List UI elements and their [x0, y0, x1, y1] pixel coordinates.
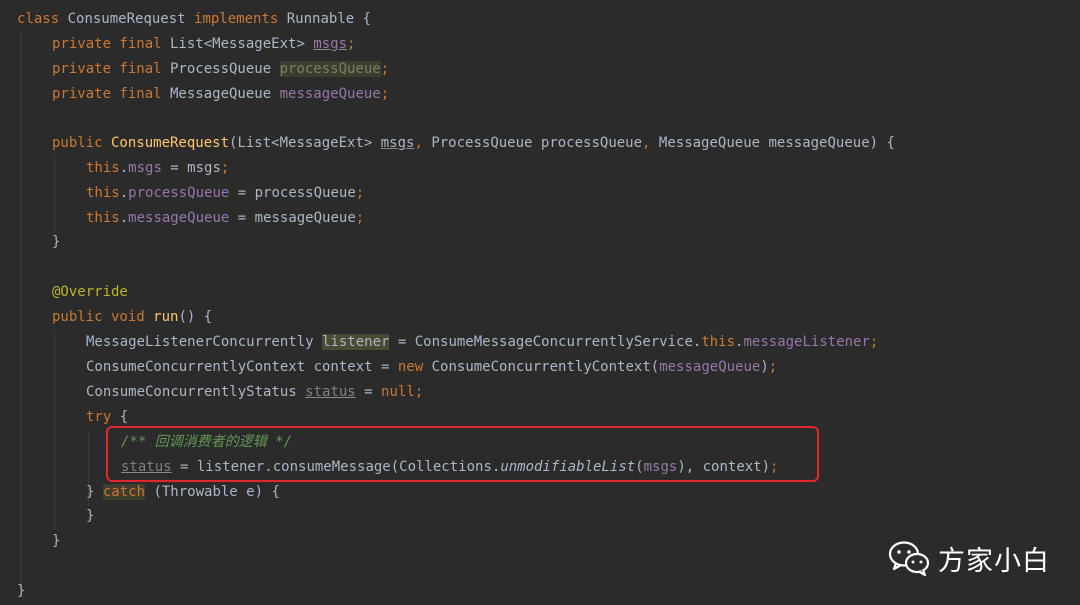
- assign: =: [355, 384, 382, 400]
- code-line-assign-processqueue[interactable]: this.processQueue = processQueue;: [86, 182, 364, 204]
- brace: }: [86, 484, 103, 500]
- highlight-box: [106, 426, 819, 482]
- signature: () {: [178, 309, 213, 325]
- code-line-context[interactable]: ConsumeConcurrentlyContext context = new…: [86, 356, 777, 378]
- field-name: messageQueue: [128, 210, 230, 226]
- paren: ): [760, 359, 769, 375]
- code-editor[interactable]: class ConsumeRequest implements Runnable…: [0, 0, 1080, 605]
- type-name: MessageQueue: [161, 86, 280, 102]
- dot: .: [119, 210, 129, 226]
- indent-guide: [54, 330, 55, 530]
- keyword-this: this: [701, 334, 736, 350]
- dot: .: [119, 160, 129, 176]
- code-line-constructor[interactable]: public ConsumeRequest(List<MessageExt> m…: [52, 132, 895, 154]
- code-line-field-msgs[interactable]: private final List<MessageExt> msgs;: [52, 33, 355, 55]
- keyword-new: new: [397, 359, 424, 375]
- code-line-catch[interactable]: } catch (Throwable e) {: [86, 481, 280, 503]
- modifiers: private final: [52, 36, 162, 52]
- keyword: class: [17, 11, 60, 27]
- field-name: messageQueue: [659, 359, 761, 375]
- field-name: messageQueue: [279, 86, 381, 102]
- field-name: msgs: [313, 36, 348, 52]
- semicolon: ;: [869, 334, 879, 350]
- code-line-listener[interactable]: MessageListenerConcurrently listener = C…: [86, 331, 878, 353]
- indent-guide: [20, 32, 21, 592]
- semicolon: ;: [414, 384, 424, 400]
- annotation: @Override: [52, 284, 128, 300]
- param: (List<MessageExt>: [229, 135, 381, 151]
- keyword-try: try: [86, 409, 112, 425]
- field-name: messageListener: [743, 334, 870, 350]
- variable-name: listener: [322, 334, 390, 350]
- constructor-name: ConsumeRequest: [102, 135, 230, 151]
- type-name: ProcessQueue: [161, 61, 280, 77]
- expression: = processQueue: [229, 185, 356, 201]
- code-line-run-method[interactable]: public void run() {: [52, 306, 212, 328]
- field-name: msgs: [128, 160, 162, 176]
- brace: }: [52, 234, 61, 250]
- param-name: msgs: [380, 135, 415, 151]
- keyword-this: this: [86, 185, 120, 201]
- dot: .: [119, 185, 129, 201]
- modifiers: private final: [52, 61, 162, 77]
- catch-clause: (Throwable e) {: [145, 484, 280, 500]
- code-line-assign-msgs[interactable]: this.msgs = msgs;: [86, 157, 229, 179]
- field-name: processQueue: [128, 185, 230, 201]
- expression: = ConsumeMessageConcurrentlyService.: [389, 334, 702, 350]
- code-line-close-brace[interactable]: }: [52, 530, 60, 552]
- keyword-catch: catch: [102, 484, 146, 500]
- interface-name: Runnable {: [278, 11, 372, 27]
- code-line-close-brace[interactable]: }: [17, 580, 25, 602]
- method-name: run: [144, 309, 179, 325]
- semicolon: ;: [355, 210, 365, 226]
- wechat-icon: [888, 541, 930, 577]
- code-line-field-messagequeue[interactable]: private final MessageQueue messageQueue;: [52, 83, 389, 105]
- type-name: MessageListenerConcurrently: [86, 334, 323, 350]
- brace: {: [111, 409, 129, 425]
- code-line-close-brace[interactable]: }: [86, 505, 94, 527]
- expression: ConsumeConcurrentlyContext(: [423, 359, 660, 375]
- brace: }: [17, 583, 26, 599]
- param: MessageQueue messageQueue) {: [650, 135, 895, 151]
- type-name: List<MessageExt>: [161, 36, 314, 52]
- modifiers: public void: [52, 309, 145, 325]
- keyword-this: this: [86, 160, 120, 176]
- variable-name: status: [305, 384, 356, 400]
- keyword: implements: [194, 11, 279, 27]
- type-name: ConsumeConcurrentlyStatus: [86, 384, 306, 400]
- semicolon: ;: [220, 160, 230, 176]
- keyword-this: this: [86, 210, 120, 226]
- field-name-unused: processQueue: [279, 61, 381, 77]
- code-line-status-decl[interactable]: ConsumeConcurrentlyStatus status = null;: [86, 381, 423, 403]
- semicolon: ;: [768, 359, 778, 375]
- modifiers: private final: [52, 86, 162, 102]
- code-line-field-processqueue[interactable]: private final ProcessQueue processQueue;: [52, 58, 389, 80]
- semicolon: ;: [355, 185, 365, 201]
- watermark: 方家小白: [888, 536, 1050, 580]
- keyword-null: null: [381, 384, 415, 400]
- param: ProcessQueue processQueue: [422, 135, 643, 151]
- semicolon: ;: [347, 36, 356, 52]
- brace: }: [52, 533, 61, 549]
- code-line-assign-messagequeue[interactable]: this.messageQueue = messageQueue;: [86, 207, 364, 229]
- brace: }: [86, 508, 95, 524]
- expression: = messageQueue: [229, 210, 356, 226]
- watermark-text: 方家小白: [938, 545, 1050, 577]
- code-line-close-brace[interactable]: }: [52, 231, 60, 253]
- semicolon: ;: [380, 61, 390, 77]
- comma: ,: [414, 135, 423, 151]
- class-name: ConsumeRequest: [59, 11, 195, 27]
- semicolon: ;: [380, 86, 390, 102]
- modifiers: public: [52, 135, 103, 151]
- indent-guide: [54, 156, 55, 232]
- declaration: ConsumeConcurrentlyContext context =: [86, 359, 398, 375]
- code-line-class-decl[interactable]: class ConsumeRequest implements Runnable…: [17, 8, 371, 30]
- expression: = msgs: [161, 160, 221, 176]
- code-line-try[interactable]: try {: [86, 406, 128, 428]
- code-line-annotation[interactable]: @Override: [52, 281, 128, 303]
